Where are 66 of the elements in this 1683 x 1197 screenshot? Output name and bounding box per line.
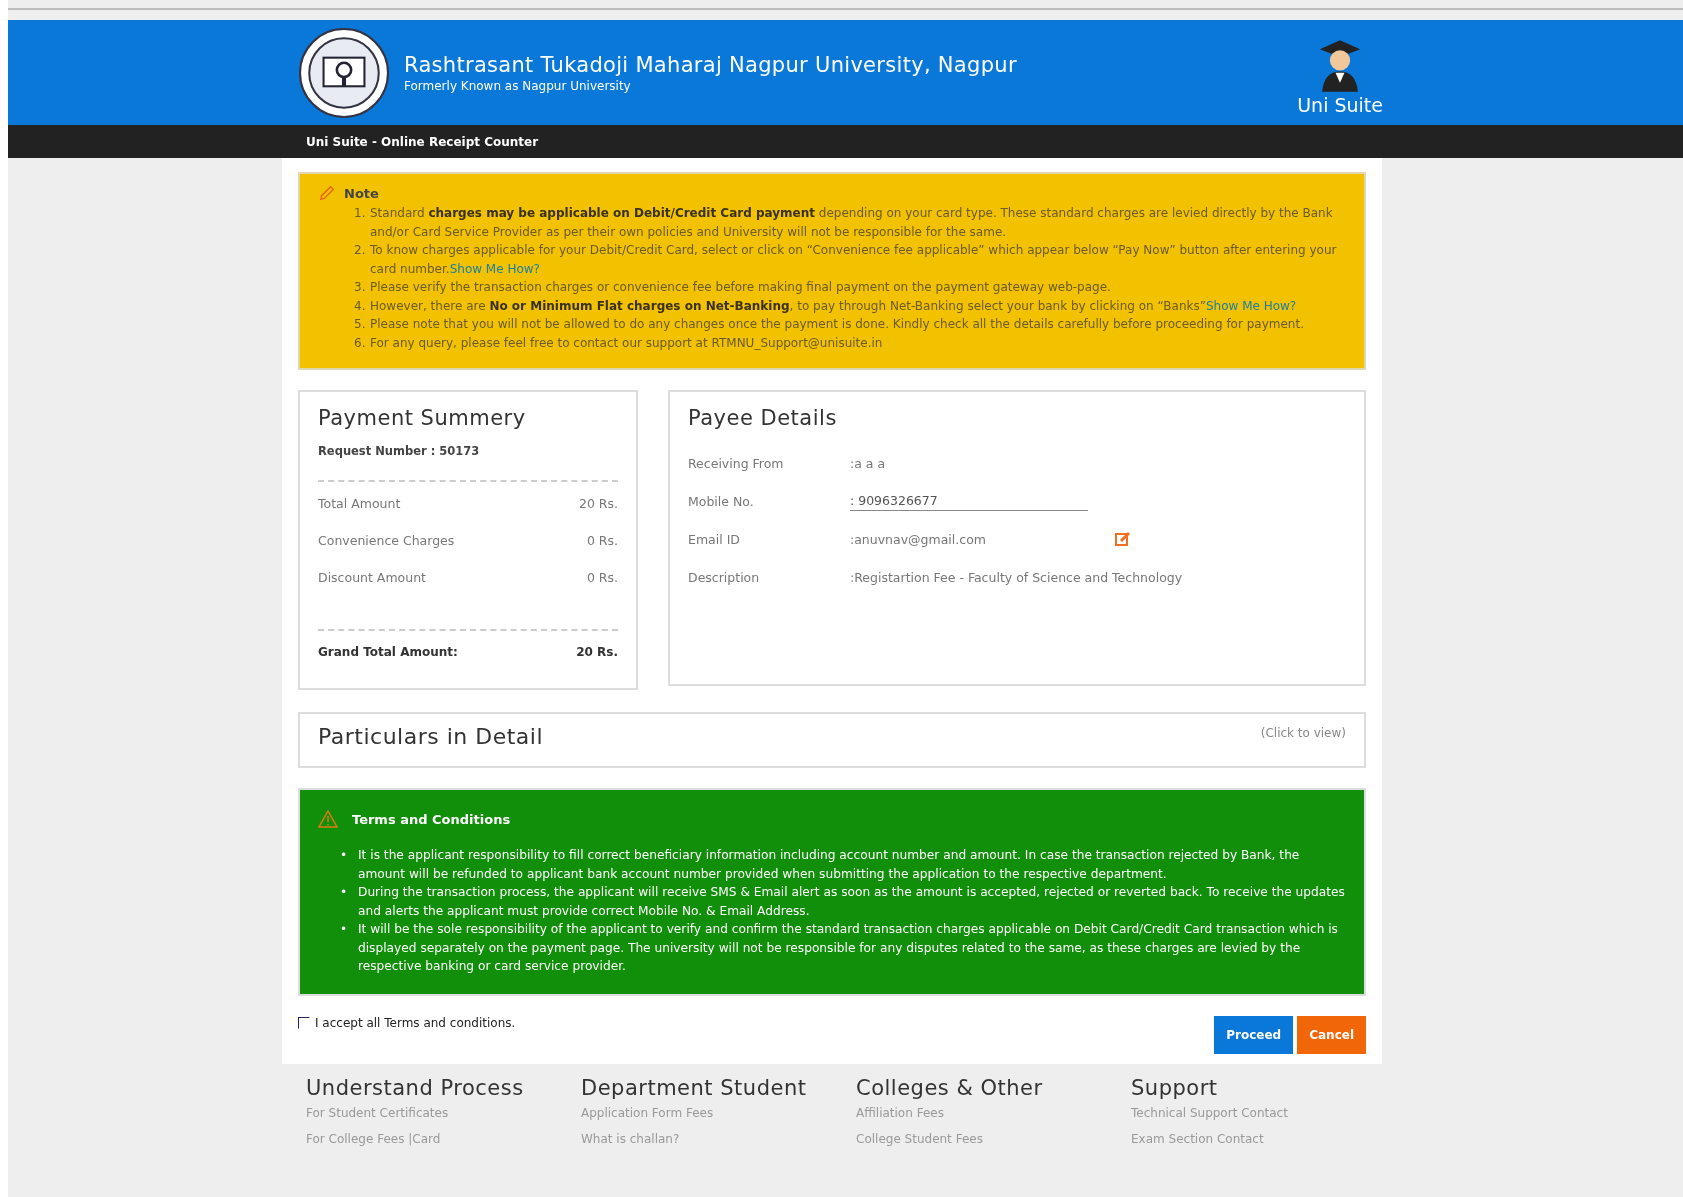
detail-label: Email ID	[688, 531, 741, 547]
amount-label: Convenience Charges	[318, 533, 455, 550]
footer-link[interactable]: Technical Support Contact	[1131, 1105, 1288, 1132]
breadcrumb-text: Uni Suite - Online Receipt Counter	[306, 134, 539, 149]
accept-label: I accept all Terms and conditions.	[315, 1015, 516, 1030]
amount-label: Total Amount	[318, 496, 401, 513]
pencil-icon	[318, 184, 336, 202]
list-number: 5.	[354, 316, 367, 333]
list-number: 2.	[354, 242, 367, 259]
footer-link[interactable]: Affiliation Fees	[856, 1105, 944, 1132]
detail-label: Description	[688, 569, 761, 585]
grand-total-label: Grand Total Amount:	[318, 645, 458, 661]
university-subtitle: Formerly Known as Nagpur University	[404, 78, 632, 93]
list-number: 4.	[354, 297, 367, 315]
grand-total-value: 20 Rs.	[576, 645, 618, 661]
terms-text: It will be the sole responsibility of the applicant to verify and confirm the standard transaction charges applicable on Debit Card/Credit Card transaction which is displayed separately on the payment page. The university will not be responsible for any disputes related to the same, as these charges are levied by the respective banking or card service provider.	[358, 921, 1339, 975]
note-text: Please verify the transaction charges or convenience fee before making final payment on the payment gateway web-page.	[370, 279, 1112, 296]
footer-heading: Support	[1131, 1075, 1218, 1100]
amount-label: Discount Amount	[318, 570, 426, 587]
footer-link[interactable]: Application Form Fees	[581, 1105, 714, 1132]
footer-link[interactable]: College Student Fees	[856, 1131, 983, 1158]
particulars-title: Particulars in Detail	[318, 724, 544, 749]
amount-value: 20 Rs.	[578, 496, 618, 513]
footer-heading: Colleges & Other	[856, 1075, 1043, 1100]
list-number: 1.	[354, 205, 367, 222]
detail-label: Mobile No.	[688, 493, 755, 509]
proceed-button[interactable]: Proceed	[1214, 1015, 1294, 1054]
footer-link[interactable]: Exam Section Contact	[1131, 1131, 1264, 1158]
warning-icon	[318, 810, 338, 828]
list-number: 6.	[354, 334, 367, 352]
detail-value: :Registartion Fee - Faculty of Science and Technology	[850, 569, 1183, 585]
bullet: •	[340, 884, 349, 901]
brand-name: Uni Suite	[1297, 93, 1383, 116]
footer-heading: Understand Process	[306, 1075, 524, 1100]
detail-value: :a a a	[850, 455, 886, 471]
click-to-view-hint: (Click to view)	[1260, 726, 1346, 740]
show-me-how-link[interactable]: Show Me How?	[449, 261, 540, 276]
university-name: Rashtrasant Tukadoji Maharaj Nagpur University, Nagpur	[404, 52, 1018, 77]
note-text: Standard charges may be applicable on Debit/Credit Card payment depending on your card type. These standard charges are levied directly by the Bank and/or Card Service Provider as per their own policies and University will not be responsible for the same.	[370, 205, 1334, 241]
terms-title: Terms and Conditions	[352, 811, 511, 827]
edit-icon[interactable]	[1115, 531, 1131, 547]
bullet: •	[340, 921, 349, 938]
footer-link[interactable]: For Student Certificates	[306, 1105, 449, 1132]
list-number: 3.	[354, 279, 367, 296]
university-seal-icon	[298, 26, 390, 119]
note-title: Note	[344, 185, 379, 201]
note-text: Please note that you will not be allowed to do any changes once the payment is done. Kindly check all the details carefully before proceeding for payment.	[370, 316, 1305, 333]
amount-value: 0 Rs.	[586, 570, 618, 587]
detail-value: :anuvnav@gmail.com	[850, 531, 987, 547]
footer-link[interactable]: What is challan?	[581, 1131, 680, 1158]
detail-label: Receiving From	[688, 455, 785, 471]
note-text: However, there are No or Minimum Flat charges on Net-Banking, to pay through Net-Banking select your bank by clicking on “Banks”Show Me How?	[370, 297, 1298, 315]
note-text: To know charges applicable for your Debit/Credit Card, select or click on “Convenience fee applicable” which appear below “Pay Now” button after entering your card number.Show Me How?	[370, 242, 1338, 278]
note-text: For any query, please feel free to contact our support at RTMNU_Support@unisuite.in	[370, 334, 884, 352]
card-title: Payment Summery	[318, 406, 527, 430]
show-me-how-link[interactable]: Show Me How?	[1205, 298, 1297, 313]
footer-heading: Department Student	[581, 1075, 807, 1100]
terms-text: During the transaction process, the applicant will receive SMS & Email alert as soon as the amount is accepted, rejected or reverted back. To receive the updates and alerts the applicant must provide correct Mobile No. & Email Address.	[358, 884, 1346, 920]
particulars-panel[interactable]: Particulars in Detail (Click to view)	[298, 712, 1366, 768]
bullet: •	[340, 847, 349, 864]
card-title: Payee Details	[688, 406, 838, 430]
amount-value: 0 Rs.	[586, 533, 618, 550]
terms-text: It is the applicant responsibility to fill correct beneficiary information including account number and amount. In case the transaction rejected by Bank, the amount will be refunded to applicant bank account number provided when submitting the application to the respective department.	[358, 847, 1301, 883]
cancel-button[interactable]: Cancel	[1297, 1015, 1366, 1054]
footer-link[interactable]: For College Fees |Card	[306, 1131, 441, 1158]
request-number: Request Number : 50173	[318, 444, 481, 458]
